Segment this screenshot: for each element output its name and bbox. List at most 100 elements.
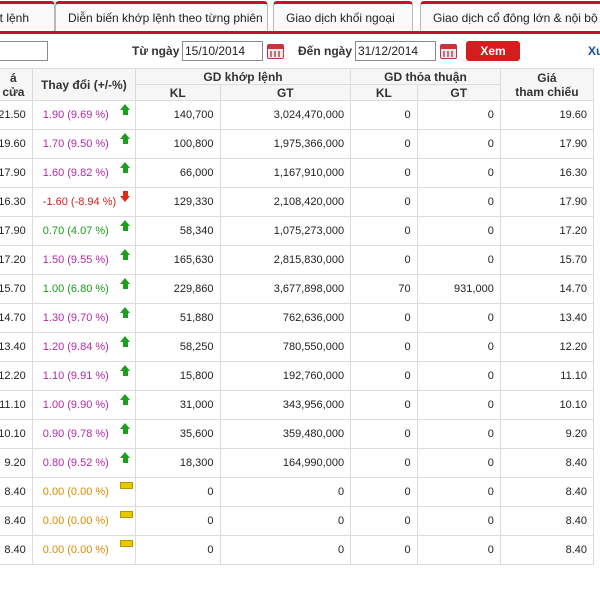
matched-value-cell: 1,167,910,000 <box>219 158 352 188</box>
change-cell: 0.00 (0.00 %) <box>31 477 136 507</box>
change-value: 0.90 (9.78 %) <box>42 428 109 440</box>
table-row: 11.10 1.00 (9.90 %) 31,000 343,956,000 0 0 10.… <box>0 390 595 420</box>
calendar-icon[interactable] <box>267 44 284 59</box>
negotiated-volume-cell: 0 <box>350 448 418 478</box>
negotiated-value-cell: 0 <box>416 419 501 449</box>
table-row: 21.50 1.90 (9.69 %) 140,700 3,024,470,000 0 0… <box>0 100 595 130</box>
negotiated-value-cell: 931,000 <box>416 274 501 304</box>
close-price-cell: 15.70 <box>0 274 33 304</box>
change-value: 1.70 (9.50 %) <box>42 138 109 150</box>
arrow-down-icon <box>119 191 131 203</box>
matched-value-cell: 0 <box>219 535 352 565</box>
table-row: 17.90 0.70 (4.07 %) 58,340 1,075,273,000 0 0 1… <box>0 216 595 246</box>
change-header: Thay đổi (+/-%) <box>31 68 136 101</box>
change-cell: 1.30 (9.70 %) <box>31 303 136 333</box>
change-value: 0.80 (9.52 %) <box>42 457 109 469</box>
reference-price-cell: 8.40 <box>499 477 595 507</box>
tab-underline <box>0 31 600 34</box>
matched-volume-cell: 165,630 <box>134 245 221 275</box>
matched-volume-cell: 58,340 <box>134 216 221 246</box>
tab-order-book[interactable]: ất lệnh <box>0 1 55 31</box>
arrow-up-icon <box>119 336 131 348</box>
matched-value-cell: 3,677,898,000 <box>219 274 352 304</box>
negotiated-value-cell: 0 <box>416 100 501 130</box>
change-cell: 0.00 (0.00 %) <box>31 506 136 536</box>
negotiated-value-cell: 0 <box>416 129 501 159</box>
reference-price-cell: 8.40 <box>499 535 595 565</box>
close-price-cell: 8.40 <box>0 535 33 565</box>
to-date-input[interactable] <box>355 41 436 61</box>
export-link[interactable]: Xu <box>588 44 600 58</box>
matched-volume-cell: 66,000 <box>134 158 221 188</box>
close-price-cell: 10.10 <box>0 419 33 449</box>
negotiated-volume-cell: 0 <box>350 216 418 246</box>
tab-bar: ất lệnh Diễn biến khớp lệnh theo từng ph… <box>0 0 600 32</box>
matched-volume-cell: 31,000 <box>134 390 221 420</box>
tab-matching-history[interactable]: Diễn biến khớp lệnh theo từng phiên <box>55 1 268 31</box>
close-price-cell: 19.60 <box>0 129 33 159</box>
trading-history-table: á cửa Thay đổi (+/-%) GD khớp lệnh GD thỏ… <box>0 68 595 565</box>
table-row: 8.40 0.00 (0.00 %) 0 0 0 0 8.40 <box>0 477 595 507</box>
close-price-header: á cửa <box>0 68 33 101</box>
change-cell: 0.00 (0.00 %) <box>31 535 136 565</box>
to-date-label: Đến ngày <box>298 44 353 58</box>
reference-price-cell: 15.70 <box>499 245 595 275</box>
matched-volume-cell: 58,250 <box>134 332 221 362</box>
view-button[interactable]: Xem <box>466 41 520 61</box>
matched-value-cell: 1,075,273,000 <box>219 216 352 246</box>
negotiated-value-cell: 0 <box>416 506 501 536</box>
reference-price-cell: 8.40 <box>499 448 595 478</box>
reference-price-cell: 13.40 <box>499 303 595 333</box>
change-value: 1.00 (6.80 %) <box>42 283 109 295</box>
change-value: 1.60 (9.82 %) <box>42 167 109 179</box>
negotiated-value-cell: 0 <box>416 303 501 333</box>
arrow-up-icon <box>119 220 131 232</box>
negotiated-value-cell: 0 <box>416 187 501 217</box>
change-value: 1.00 (9.90 %) <box>42 399 109 411</box>
stock-code-input[interactable] <box>0 41 48 61</box>
reference-price-cell: 14.70 <box>499 274 595 304</box>
tab-insider-trading[interactable]: Giao dịch cổ đông lớn & nội bộ <box>420 1 600 31</box>
negotiated-group-header: GD thỏa thuận <box>350 68 501 85</box>
tab-foreign-trading[interactable]: Giao dịch khối ngoại <box>273 1 413 31</box>
from-date-input[interactable] <box>182 41 263 61</box>
change-cell: 1.50 (9.55 %) <box>31 245 136 275</box>
close-price-cell: 8.40 <box>0 477 33 507</box>
close-price-cell: 8.40 <box>0 506 33 536</box>
close-price-cell: 17.90 <box>0 216 33 246</box>
reference-price-cell: 8.40 <box>499 506 595 536</box>
negotiated-volume-header: KL <box>350 84 418 101</box>
matched-volume-cell: 100,800 <box>134 129 221 159</box>
tab-label: Giao dịch khối ngoại <box>286 11 395 25</box>
arrow-up-icon <box>119 307 131 319</box>
negotiated-volume-cell: 0 <box>350 390 418 420</box>
matched-volume-cell: 0 <box>134 477 221 507</box>
negotiated-value-cell: 0 <box>416 535 501 565</box>
negotiated-volume-cell: 0 <box>350 158 418 188</box>
negotiated-volume-cell: 0 <box>350 303 418 333</box>
change-value: 1.20 (9.84 %) <box>42 341 109 353</box>
reference-price-cell: 16.30 <box>499 158 595 188</box>
calendar-icon[interactable] <box>440 44 457 59</box>
change-cell: 1.20 (9.84 %) <box>31 332 136 362</box>
change-value: 0.70 (4.07 %) <box>42 225 109 237</box>
unchanged-icon <box>119 481 133 493</box>
reference-price-cell: 19.60 <box>499 100 595 130</box>
matched-volume-header: KL <box>134 84 221 101</box>
matched-value-cell: 0 <box>219 506 352 536</box>
negotiated-volume-cell: 0 <box>350 332 418 362</box>
arrow-up-icon <box>119 394 131 406</box>
reference-price-cell: 11.10 <box>499 361 595 391</box>
matched-volume-cell: 15,800 <box>134 361 221 391</box>
arrow-up-icon <box>119 452 131 464</box>
reference-price-cell: 17.90 <box>499 187 595 217</box>
change-cell: 1.00 (6.80 %) <box>31 274 136 304</box>
matched-value-cell: 780,550,000 <box>219 332 352 362</box>
negotiated-volume-cell: 0 <box>350 535 418 565</box>
table-row: 14.70 1.30 (9.70 %) 51,880 762,636,000 0 0 13.… <box>0 303 595 333</box>
matched-value-cell: 762,636,000 <box>219 303 352 333</box>
change-cell: 1.60 (9.82 %) <box>31 158 136 188</box>
negotiated-value-cell: 0 <box>416 158 501 188</box>
table-row: 16.30 -1.60 (-8.94 %) 129,330 2,108,420,000… <box>0 187 595 217</box>
table-row: 17.20 1.50 (9.55 %) 165,630 2,815,830,000 0 0… <box>0 245 595 275</box>
